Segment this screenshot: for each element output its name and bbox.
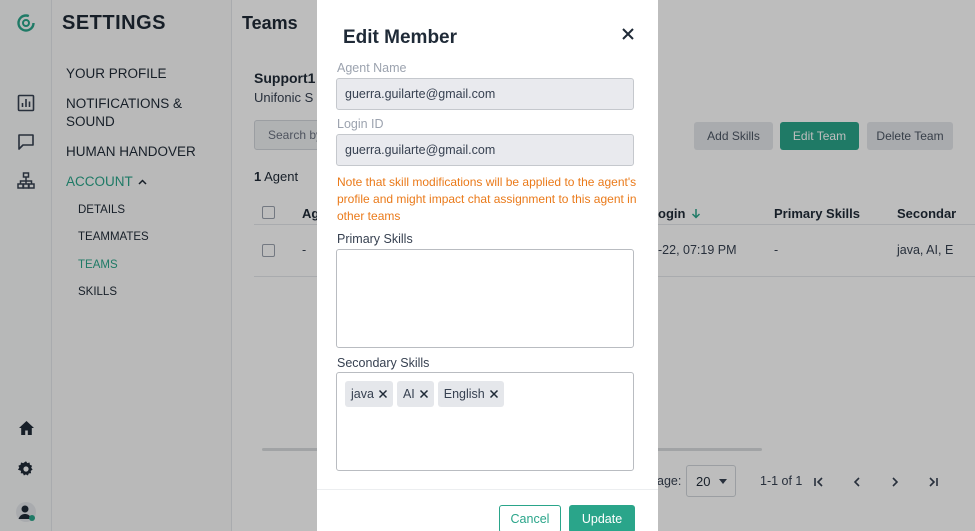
cancel-button[interactable]: Cancel bbox=[499, 505, 561, 531]
skill-chip-label: English bbox=[443, 387, 485, 401]
agent-name-label: Agent Name bbox=[337, 61, 407, 75]
skill-chip-label: java bbox=[351, 387, 374, 401]
skill-chip: java bbox=[345, 381, 393, 407]
secondary-skills-label: Secondary Skills bbox=[337, 356, 430, 370]
update-button[interactable]: Update bbox=[569, 505, 635, 531]
login-id-field: guerra.guilarte@gmail.com bbox=[336, 134, 634, 166]
skill-chip: English bbox=[437, 381, 504, 407]
remove-chip-icon[interactable] bbox=[378, 389, 388, 399]
secondary-skills-chips: java AI English bbox=[345, 381, 504, 407]
primary-skills-input[interactable] bbox=[336, 249, 634, 348]
skill-chip-label: AI bbox=[402, 387, 415, 401]
remove-chip-icon[interactable] bbox=[489, 389, 499, 399]
skill-chip: AI bbox=[396, 381, 434, 407]
primary-skills-label: Primary Skills bbox=[337, 232, 413, 246]
dialog-footer-divider bbox=[317, 489, 658, 490]
dialog-title: Edit Member bbox=[343, 27, 458, 48]
remove-chip-icon[interactable] bbox=[419, 389, 429, 399]
skills-warning-text: Note that skill modifications will be ap… bbox=[337, 175, 637, 223]
edit-member-dialog: Edit Member Agent Name guerra.guilarte@g… bbox=[317, 0, 658, 531]
agent-name-field: guerra.guilarte@gmail.com bbox=[336, 78, 634, 110]
secondary-skills-input[interactable]: java AI English bbox=[336, 372, 634, 471]
login-id-label: Login ID bbox=[337, 117, 384, 131]
close-icon[interactable] bbox=[619, 25, 637, 43]
